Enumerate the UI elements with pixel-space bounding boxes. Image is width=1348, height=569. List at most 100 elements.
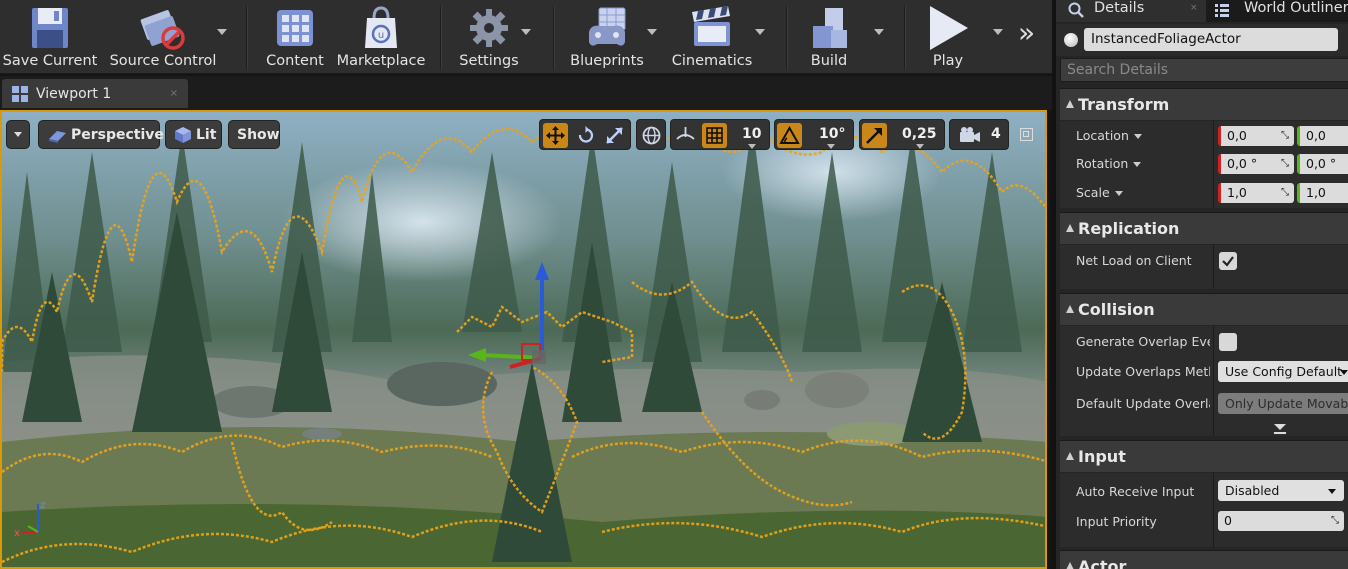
viewport-options-button[interactable] bbox=[6, 120, 30, 149]
settings-dropdown-icon[interactable] bbox=[521, 29, 531, 35]
generate-overlap-checkbox[interactable] bbox=[1219, 333, 1237, 351]
blueprints-label: Blueprints bbox=[570, 53, 644, 69]
build-label: Build bbox=[810, 53, 848, 69]
collapse-triangle-icon bbox=[1066, 100, 1074, 108]
source-control-dropdown-icon[interactable] bbox=[217, 29, 227, 35]
toolbar-separator bbox=[904, 6, 906, 70]
rotate-mode-button[interactable] bbox=[573, 123, 598, 148]
category-transform-title: Transform bbox=[1078, 95, 1170, 114]
default-update-dropdown[interactable]: Only Update Movable bbox=[1218, 393, 1348, 414]
play-icon bbox=[930, 6, 968, 50]
transform-mode-group bbox=[539, 119, 631, 150]
play-button[interactable]: Play bbox=[918, 0, 978, 74]
grid-snap-group: 10 bbox=[670, 119, 770, 150]
marketplace-bag-icon: u bbox=[365, 6, 397, 48]
play-dropdown-icon[interactable] bbox=[993, 29, 1003, 35]
lit-button[interactable]: Lit bbox=[165, 120, 222, 149]
expand-advanced-bar bbox=[1274, 432, 1286, 434]
category-input[interactable]: Input bbox=[1060, 440, 1348, 472]
rotation-label[interactable]: Rotation bbox=[1076, 156, 1210, 171]
blueprints-dropdown-icon[interactable] bbox=[647, 29, 657, 35]
actor-name-field[interactable]: InstancedFoliageActor bbox=[1084, 28, 1338, 51]
tab-world-outliner[interactable]: World Outliner bbox=[1208, 0, 1348, 22]
toolbar-separator bbox=[786, 6, 788, 70]
level-viewport[interactable]: z x Perspective Lit Show 10 10° 0,25 4 bbox=[0, 110, 1047, 569]
generate-overlap-label: Generate Overlap Events bbox=[1076, 334, 1210, 349]
maximize-viewport-icon[interactable] bbox=[1020, 128, 1033, 141]
grid-snap-toggle[interactable] bbox=[702, 123, 727, 148]
net-load-checkbox[interactable] bbox=[1219, 252, 1237, 270]
perspective-button[interactable]: Perspective bbox=[38, 120, 164, 149]
input-priority-field[interactable]: 0 ⤡ bbox=[1218, 511, 1344, 531]
source-control-button[interactable]: Source Control bbox=[104, 0, 222, 74]
close-icon[interactable]: × bbox=[170, 88, 178, 99]
outliner-list-icon bbox=[1215, 4, 1229, 17]
category-transform[interactable]: Transform bbox=[1060, 88, 1348, 120]
auto-receive-input-dropdown[interactable]: Disabled bbox=[1218, 480, 1344, 501]
world-coordinates-button[interactable] bbox=[639, 123, 664, 148]
expand-advanced-icon[interactable] bbox=[1274, 424, 1286, 430]
scale-snap-value[interactable]: 0,25 bbox=[902, 126, 937, 142]
svg-text:z: z bbox=[40, 500, 45, 511]
location-x-field[interactable]: 0,0 ⤡ bbox=[1218, 126, 1294, 146]
cinematics-dropdown-icon[interactable] bbox=[755, 29, 765, 35]
details-panel: Details × World Outliner InstancedFoliag… bbox=[1052, 0, 1348, 569]
forest-scene: z x bbox=[2, 121, 1045, 567]
rotation-snap-value[interactable]: 10° bbox=[819, 126, 845, 142]
viewport-tab-label: Viewport 1 bbox=[36, 86, 112, 102]
scale-mode-button[interactable] bbox=[602, 123, 627, 148]
toolbar-overflow-icon[interactable]: » bbox=[1018, 16, 1035, 49]
close-icon[interactable]: × bbox=[1190, 3, 1198, 13]
auto-receive-input-label: Auto Receive Input bbox=[1076, 484, 1195, 499]
rotation-snap-toggle[interactable] bbox=[777, 123, 802, 148]
viewport-tab-bar: Viewport 1 × bbox=[0, 76, 1052, 110]
viewport-tab[interactable]: Viewport 1 × bbox=[2, 79, 188, 108]
update-overlaps-dropdown[interactable]: Use Config Default bbox=[1218, 361, 1348, 382]
lit-cube-icon bbox=[175, 127, 191, 143]
location-label[interactable]: Location bbox=[1076, 128, 1210, 143]
camera-speed-group[interactable]: 4 bbox=[949, 119, 1009, 150]
search-details-input[interactable]: Search Details bbox=[1060, 58, 1348, 82]
gear-icon bbox=[470, 9, 508, 47]
scale-y-field[interactable]: 1,0 bbox=[1297, 183, 1348, 203]
chevron-down-icon bbox=[14, 132, 22, 137]
location-y-field[interactable]: 0,0 bbox=[1297, 126, 1348, 146]
content-browser-icon bbox=[277, 10, 313, 46]
translate-mode-button[interactable] bbox=[543, 123, 568, 148]
grid-snap-value[interactable]: 10 bbox=[742, 126, 761, 142]
panel-tabs: Details × World Outliner bbox=[1056, 0, 1348, 22]
clapperboard-icon bbox=[692, 6, 730, 46]
main-toolbar: Save Current Source Control Content u Ma… bbox=[0, 0, 1052, 74]
rotate-icon bbox=[578, 126, 594, 143]
build-button[interactable]: Build bbox=[800, 0, 858, 74]
save-current-button[interactable]: Save Current bbox=[0, 0, 100, 74]
default-update-label: Default Update Overlaps Method bbox=[1076, 396, 1210, 411]
rotation-snap-group: 10° bbox=[774, 119, 854, 150]
perspective-plane-icon bbox=[49, 131, 66, 143]
marketplace-button[interactable]: u Marketplace bbox=[334, 0, 428, 74]
category-replication[interactable]: Replication bbox=[1060, 212, 1348, 244]
show-button[interactable]: Show bbox=[228, 120, 280, 149]
surface-snap-button[interactable] bbox=[673, 123, 698, 148]
source-control-icon bbox=[140, 10, 185, 50]
tab-world-outliner-label: World Outliner bbox=[1244, 0, 1348, 16]
scale-snap-icon bbox=[866, 128, 882, 144]
category-actor[interactable]: Actor bbox=[1060, 550, 1348, 569]
save-current-label: Save Current bbox=[2, 53, 98, 69]
build-dropdown-icon[interactable] bbox=[874, 29, 884, 35]
checkmark-icon bbox=[1222, 256, 1234, 267]
content-button[interactable]: Content bbox=[264, 0, 326, 74]
rotation-x-field[interactable]: 0,0 ° ⤡ bbox=[1218, 154, 1294, 174]
cinematics-button[interactable]: Cinematics bbox=[668, 0, 756, 74]
collapse-triangle-icon bbox=[1066, 562, 1074, 569]
settings-button[interactable]: Settings bbox=[456, 0, 522, 74]
rotation-y-field[interactable]: 0,0 ° bbox=[1297, 154, 1348, 174]
lit-label: Lit bbox=[196, 127, 217, 143]
scale-x-field[interactable]: 1,0 ⤡ bbox=[1218, 183, 1294, 203]
tab-details[interactable]: Details × bbox=[1056, 0, 1206, 22]
scale-label[interactable]: Scale bbox=[1076, 185, 1210, 200]
category-collision[interactable]: Collision bbox=[1060, 293, 1348, 325]
blueprints-button[interactable]: Blueprints bbox=[566, 0, 648, 74]
scale-snap-toggle[interactable] bbox=[862, 123, 887, 148]
chevron-down-icon bbox=[748, 144, 756, 149]
